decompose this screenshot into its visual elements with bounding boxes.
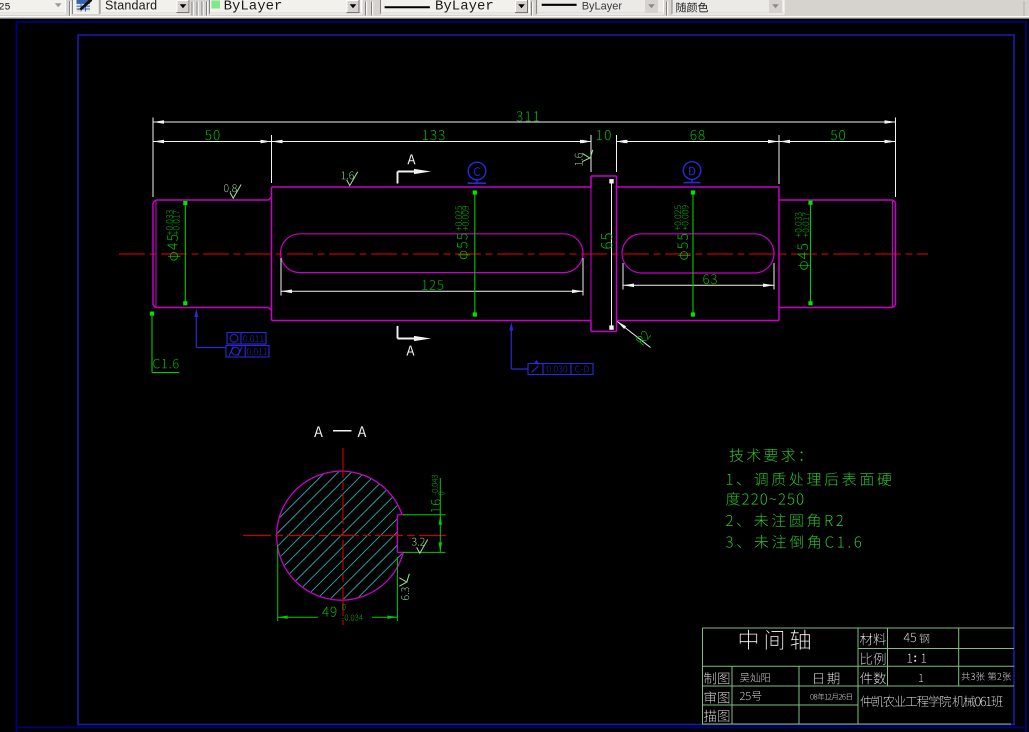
svg-text:ByLayer: ByLayer bbox=[435, 0, 494, 14]
svg-text:ByLayer: ByLayer bbox=[224, 0, 283, 14]
svg-text:ByLayer: ByLayer bbox=[582, 0, 623, 12]
svg-text:25: 25 bbox=[0, 2, 11, 13]
svg-text:Standard: Standard bbox=[105, 0, 157, 13]
